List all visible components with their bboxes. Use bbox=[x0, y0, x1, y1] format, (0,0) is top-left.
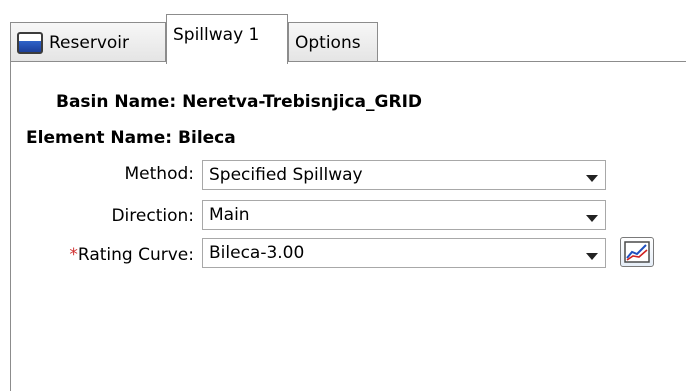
basin-name-row: Basin Name: Neretva-Trebisnjica_GRID bbox=[56, 92, 422, 112]
tab-spillway-label: Spillway 1 bbox=[173, 24, 260, 45]
element-name-label: Element Name: bbox=[26, 128, 173, 148]
chevron-down-icon bbox=[579, 201, 605, 229]
direction-label: Direction: bbox=[111, 206, 194, 226]
tab-options-label: Options bbox=[295, 32, 361, 53]
rating-curve-value: Bileca-3.00 bbox=[209, 243, 305, 263]
method-select[interactable]: Specified Spillway bbox=[202, 160, 606, 190]
basin-name-value: Neretva-Trebisnjica_GRID bbox=[182, 92, 423, 112]
spillway-editor-window: Reservoir Spillway 1 Options Basin Name:… bbox=[0, 0, 686, 391]
rating-curve-graph-button[interactable] bbox=[620, 237, 654, 267]
rating-curve-label-row: *Rating Curve: bbox=[30, 245, 194, 265]
graph-icon bbox=[624, 241, 650, 263]
tab-reservoir[interactable]: Reservoir bbox=[10, 22, 166, 62]
tab-reservoir-label: Reservoir bbox=[49, 32, 129, 53]
tab-options[interactable]: Options bbox=[288, 22, 378, 62]
chevron-down-icon bbox=[579, 161, 605, 189]
rating-curve-label: Rating Curve: bbox=[77, 245, 194, 265]
chevron-down-icon bbox=[579, 239, 605, 267]
rating-curve-select[interactable]: Bileca-3.00 bbox=[202, 238, 606, 268]
tab-spillway-1[interactable]: Spillway 1 bbox=[166, 14, 288, 64]
basin-name-label: Basin Name: bbox=[56, 92, 177, 112]
direction-select[interactable]: Main bbox=[202, 200, 606, 230]
direction-value: Main bbox=[209, 205, 250, 225]
tab-strip: Reservoir Spillway 1 Options bbox=[10, 14, 680, 64]
element-name-row: Element Name: Bileca bbox=[26, 128, 236, 148]
method-value: Specified Spillway bbox=[209, 165, 363, 185]
method-label: Method: bbox=[124, 164, 195, 184]
element-name-value: Bileca bbox=[178, 128, 236, 148]
required-marker: * bbox=[69, 245, 78, 265]
reservoir-icon bbox=[17, 31, 43, 54]
